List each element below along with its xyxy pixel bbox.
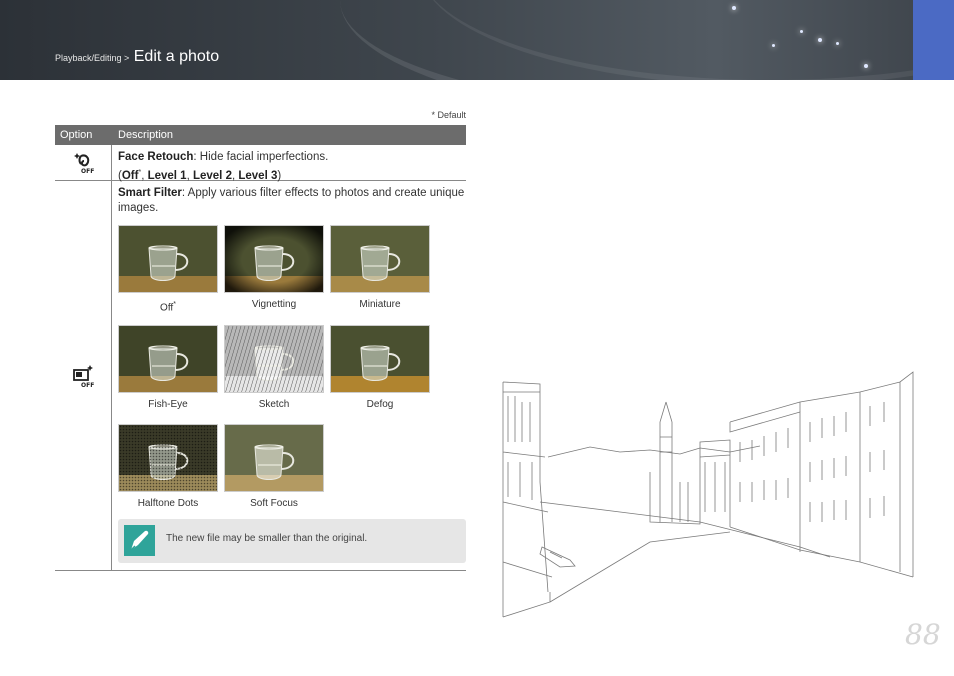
- filter-label: Halftone Dots: [137, 498, 199, 509]
- svg-text:OFF: OFF: [81, 168, 94, 174]
- filter-caption-sketch: Sketch: [221, 397, 327, 412]
- filter-caption-halftone: Halftone Dots: [115, 496, 221, 511]
- filter-label: Fish-Eye: [148, 399, 188, 410]
- option-name: Face Retouch: [118, 151, 194, 163]
- filter-thumbnail-off: [118, 225, 218, 293]
- option-cell: OFF: [55, 145, 112, 180]
- filter-label: Defog: [366, 399, 394, 410]
- option-name: Smart Filter: [118, 187, 182, 199]
- filter-thumbnail-vignette: [224, 225, 324, 293]
- filter-label: Vignetting: [251, 299, 297, 310]
- header-sparkle: [800, 30, 803, 33]
- table-row-face-retouch: OFF Face Retouch: Hide facial imperfecti…: [55, 145, 466, 184]
- filter-caption-vignette: Vignetting: [221, 297, 327, 312]
- filter-caption-fisheye: Fish-Eye: [115, 397, 221, 412]
- header-sparkle: [772, 44, 775, 47]
- filter-label: Off: [160, 302, 174, 314]
- page-number: 88: [905, 618, 941, 651]
- filter-thumbnail-defog: [330, 325, 430, 393]
- column-header-description: Description: [118, 129, 174, 141]
- filter-label: Sketch: [258, 399, 290, 410]
- table-header: Option Description: [55, 125, 466, 145]
- option-description: : Hide facial imperfections.: [193, 151, 329, 163]
- note-text: The new file may be smaller than the ori…: [166, 533, 368, 544]
- venice-canal-sketch-illustration: [502, 371, 914, 618]
- chapter-tab[interactable]: [913, 0, 954, 80]
- smart-filter-off-icon: OFF: [73, 365, 94, 388]
- pen-note-icon: [124, 525, 155, 556]
- default-note: * Default: [431, 110, 466, 120]
- header-sparkle: [864, 64, 868, 68]
- page-title: Edit a photo: [133, 48, 220, 65]
- default-marker: *: [173, 301, 176, 308]
- filter-thumbnail-fisheye: [118, 325, 218, 393]
- header-sparkle: [732, 6, 736, 10]
- filter-caption-off: Off*: [115, 297, 221, 315]
- column-header-option: Option: [60, 129, 93, 141]
- filter-caption-soft: Soft Focus: [221, 496, 327, 511]
- option-cell: OFF: [55, 181, 112, 570]
- header-sparkle: [818, 38, 822, 42]
- filter-thumbnail-grid: Off* Vignetting Miniature Fish-Eye Sketch Def…: [118, 225, 458, 513]
- filter-caption-defog: Defog: [327, 397, 433, 412]
- filter-label: Miniature: [359, 299, 401, 310]
- breadcrumb-section[interactable]: Playback/Editing >: [55, 53, 129, 63]
- description-cell: Face Retouch: Hide facial imperfections.…: [118, 145, 466, 184]
- filter-thumbnail-sketch: [224, 325, 324, 393]
- filter-thumbnail-soft: [224, 424, 324, 492]
- table-row-smart-filter: OFF Smart Filter: Apply various filter e…: [55, 181, 466, 571]
- face-retouch-off-icon: OFF: [74, 153, 94, 174]
- filter-label: Soft Focus: [250, 498, 298, 509]
- header-sparkle: [836, 42, 839, 45]
- filter-caption-mini: Miniature: [327, 297, 433, 312]
- options-table: Option Description OFF Face Retouch: Hid…: [55, 125, 466, 571]
- svg-text:OFF: OFF: [81, 382, 94, 388]
- breadcrumb: Playback/Editing > Edit a photo: [55, 48, 219, 66]
- filter-thumbnail-halftone: [118, 424, 218, 492]
- description-cell: Smart Filter: Apply various filter effec…: [118, 181, 466, 513]
- note-box: The new file may be smaller than the ori…: [118, 519, 466, 563]
- filter-thumbnail-mini: [330, 225, 430, 293]
- page-header: Playback/Editing > Edit a photo: [0, 0, 954, 80]
